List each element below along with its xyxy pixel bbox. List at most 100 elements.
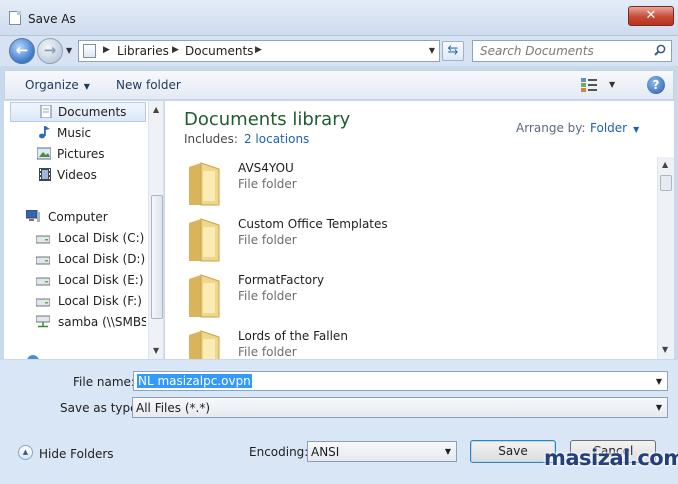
sidebar-item-music[interactable]: Music xyxy=(10,123,146,143)
arrange-by-dropdown[interactable]: Folder ▼ xyxy=(590,121,639,135)
breadcrumb-documents[interactable]: Documents xyxy=(185,44,253,58)
back-button[interactable]: ← xyxy=(9,38,35,64)
sidebar-item-local-disk-c[interactable]: Local Disk (C:) xyxy=(10,228,146,248)
network-drive-icon xyxy=(36,315,50,328)
folder-name: Lords of the Fallen xyxy=(238,329,348,343)
breadcrumb-chevron-icon[interactable]: ▶ xyxy=(103,45,110,55)
breadcrumb-chevron-icon[interactable]: ▶ xyxy=(172,45,179,55)
list-item[interactable]: Custom Office Templates File folder xyxy=(183,215,643,271)
sidebar-item-local-disk-d[interactable]: Local Disk (D:) xyxy=(10,249,146,269)
search-input[interactable]: Search Documents xyxy=(472,40,672,62)
music-icon xyxy=(39,126,50,139)
watermark-text: masizal.com xyxy=(544,446,678,470)
folder-type: File folder xyxy=(238,289,297,303)
sidebar-scrollbar[interactable]: ▲ ▼ xyxy=(148,101,163,359)
pictures-icon xyxy=(37,147,51,160)
scroll-down-icon[interactable]: ▼ xyxy=(662,345,668,354)
sidebar-item-label: Local Disk (E:) xyxy=(58,273,144,287)
library-includes: Includes: 2 locations xyxy=(184,132,310,146)
sidebar-item-label: Videos xyxy=(57,168,97,182)
refresh-button[interactable]: ⇆ xyxy=(442,41,464,61)
breadcrumb-chevron-icon[interactable]: ▶ xyxy=(255,45,262,55)
help-icon[interactable]: ? xyxy=(647,76,665,94)
list-item[interactable]: AVS4YOU File folder xyxy=(183,159,643,215)
sidebar-item-label: Pictures xyxy=(57,147,105,161)
folder-type: File folder xyxy=(238,345,297,359)
list-item[interactable]: FormatFactory File folder xyxy=(183,271,643,327)
folder-icon xyxy=(189,162,220,206)
file-list-scrollbar[interactable]: ▲ ▼ xyxy=(657,157,674,359)
sidebar-item-label: Documents xyxy=(58,105,127,119)
drive-icon xyxy=(36,277,50,286)
sidebar-item-label: Local Disk (F:) xyxy=(58,294,142,308)
folder-name: FormatFactory xyxy=(238,273,325,287)
drive-icon xyxy=(36,235,50,244)
window-title: Save As xyxy=(28,12,76,26)
sidebar-item-network[interactable] xyxy=(26,353,136,359)
sidebar-item-documents[interactable]: Documents xyxy=(10,102,146,122)
folder-type: File folder xyxy=(238,177,297,191)
arrange-by-label: Arrange by: xyxy=(516,121,586,135)
encoding-select[interactable]: ANSI ▼ xyxy=(307,441,457,462)
filename-dropdown-icon[interactable]: ▼ xyxy=(656,377,662,386)
filename-value: NL masizalpc.ovpn xyxy=(137,374,252,388)
scroll-up-icon[interactable]: ▲ xyxy=(153,105,159,114)
close-button[interactable]: ✕ xyxy=(628,6,674,26)
sidebar-item-pictures[interactable]: Pictures xyxy=(10,144,146,164)
sidebar-scroll-thumb[interactable] xyxy=(151,195,163,319)
navigation-bar: ← → ▼ ▶ Libraries ▶ Documents ▶ ▼ ⇆ Sear… xyxy=(0,36,678,66)
filename-input[interactable]: NL masizalpc.ovpn ▼ xyxy=(133,371,668,391)
locations-link[interactable]: 2 locations xyxy=(244,132,309,146)
title-bar: Save As ✕ xyxy=(0,0,678,36)
scroll-down-icon[interactable]: ▼ xyxy=(153,346,159,355)
view-dropdown-icon[interactable]: ▼ xyxy=(609,80,615,89)
breadcrumb-libraries[interactable]: Libraries xyxy=(117,44,169,58)
computer-icon xyxy=(26,210,40,222)
sidebar-item-local-disk-f[interactable]: Local Disk (F:) xyxy=(10,291,146,311)
encoding-dropdown-icon[interactable]: ▼ xyxy=(445,447,451,456)
sidebar-item-samba[interactable]: samba (\\SMBSH xyxy=(10,312,146,332)
sidebar-item-label: Local Disk (C:) xyxy=(58,231,145,245)
collapse-up-icon[interactable]: ▲ xyxy=(18,445,33,460)
search-placeholder: Search Documents xyxy=(480,44,594,58)
folder-icon xyxy=(189,274,220,318)
encoding-value: ANSI xyxy=(311,445,340,459)
drive-icon xyxy=(36,298,50,307)
hide-folders-button[interactable]: Hide Folders xyxy=(39,447,114,461)
address-bar[interactable]: ▶ Libraries ▶ Documents ▶ ▼ xyxy=(78,40,440,62)
folder-name: Custom Office Templates xyxy=(238,217,388,231)
drive-icon xyxy=(36,256,50,265)
recent-pages-dropdown-icon[interactable]: ▼ xyxy=(66,46,72,55)
list-item[interactable]: Lords of the Fallen File folder xyxy=(183,327,643,359)
save-as-type-dropdown-icon[interactable]: ▼ xyxy=(656,403,662,412)
sidebar-item-label: Computer xyxy=(48,210,108,224)
folder-name: AVS4YOU xyxy=(238,161,294,175)
organize-button[interactable]: Organize ▼ xyxy=(25,78,90,92)
command-toolbar: Organize ▼ New folder ▼ ? xyxy=(4,70,674,100)
forward-button[interactable]: → xyxy=(37,38,63,64)
save-as-type-select[interactable]: All Files (*.*) ▼ xyxy=(132,397,668,418)
navigation-pane: Documents Music Pictures Videos Computer… xyxy=(4,101,164,359)
view-options-icon[interactable] xyxy=(581,78,597,92)
search-icon[interactable] xyxy=(654,44,666,56)
new-folder-button[interactable]: New folder xyxy=(116,78,181,92)
save-as-type-value: All Files (*.*) xyxy=(136,401,211,415)
videos-icon xyxy=(39,168,51,181)
save-as-type-label: Save as type: xyxy=(60,401,142,415)
sidebar-item-label: Local Disk (D:) xyxy=(58,252,146,266)
scroll-up-icon[interactable]: ▲ xyxy=(662,160,668,169)
address-dropdown-icon[interactable]: ▼ xyxy=(429,46,435,55)
encoding-label: Encoding: xyxy=(249,445,309,459)
library-title: Documents library xyxy=(184,109,351,130)
documents-icon xyxy=(40,105,52,118)
folder-icon xyxy=(189,218,220,262)
folder-icon xyxy=(189,330,220,359)
file-list-scroll-thumb[interactable] xyxy=(660,175,672,191)
sidebar-item-local-disk-e[interactable]: Local Disk (E:) xyxy=(10,270,146,290)
sidebar-item-computer[interactable]: Computer xyxy=(10,207,146,227)
sidebar-item-videos[interactable]: Videos xyxy=(10,165,146,185)
sidebar-item-label: samba (\\SMBSH xyxy=(58,315,146,329)
network-icon xyxy=(27,355,39,359)
filename-label: File name: xyxy=(73,375,135,389)
folder-type: File folder xyxy=(238,233,297,247)
